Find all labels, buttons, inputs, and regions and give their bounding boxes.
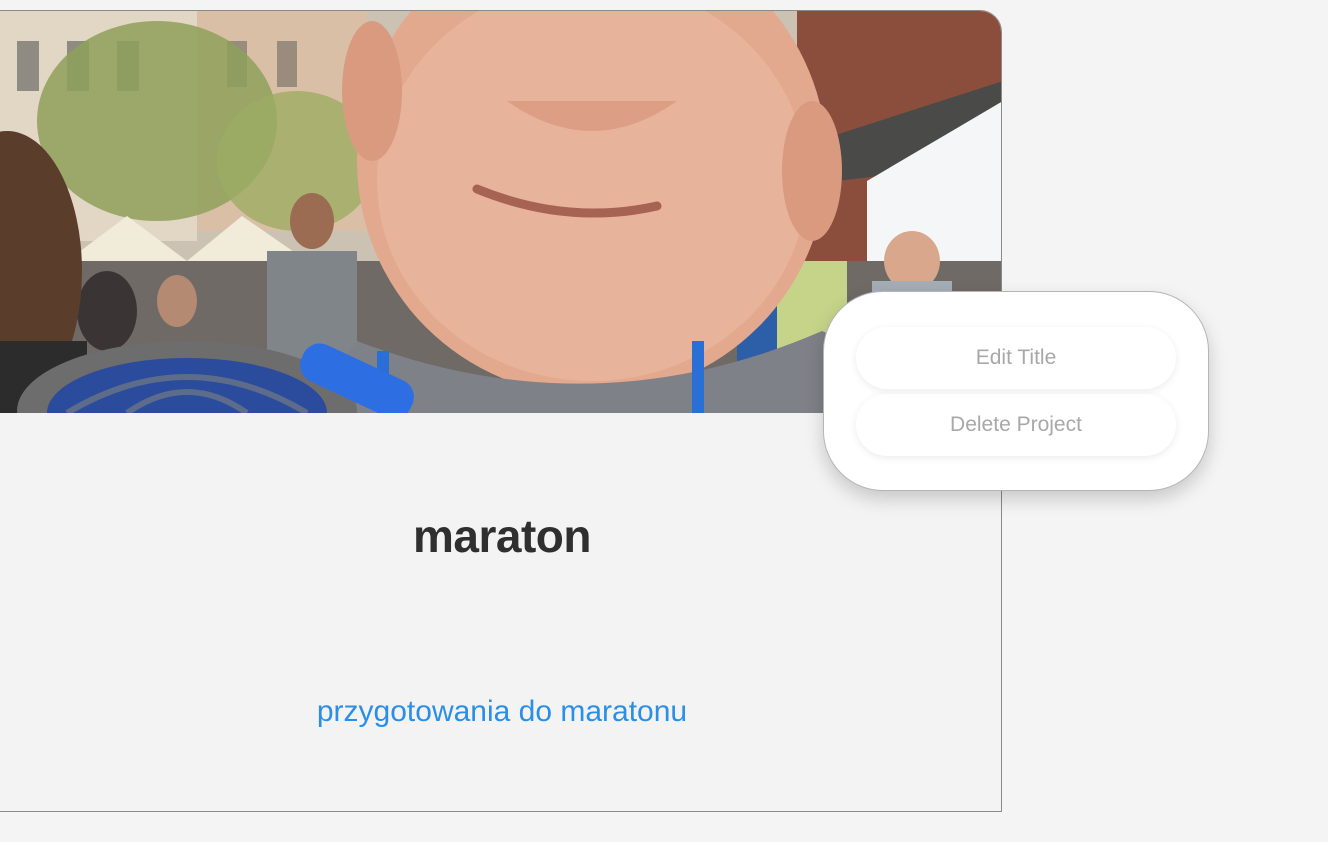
project-title: maraton [413, 510, 591, 562]
project-context-menu: Edit Title Delete Project [823, 291, 1209, 491]
project-description-link[interactable]: przygotowania do maratonu [0, 695, 1001, 729]
page: maraton przygotowania do maratonu Edit T… [0, 0, 1328, 842]
edit-title-button[interactable]: Edit Title [856, 327, 1176, 389]
delete-project-button[interactable]: Delete Project [856, 394, 1176, 456]
